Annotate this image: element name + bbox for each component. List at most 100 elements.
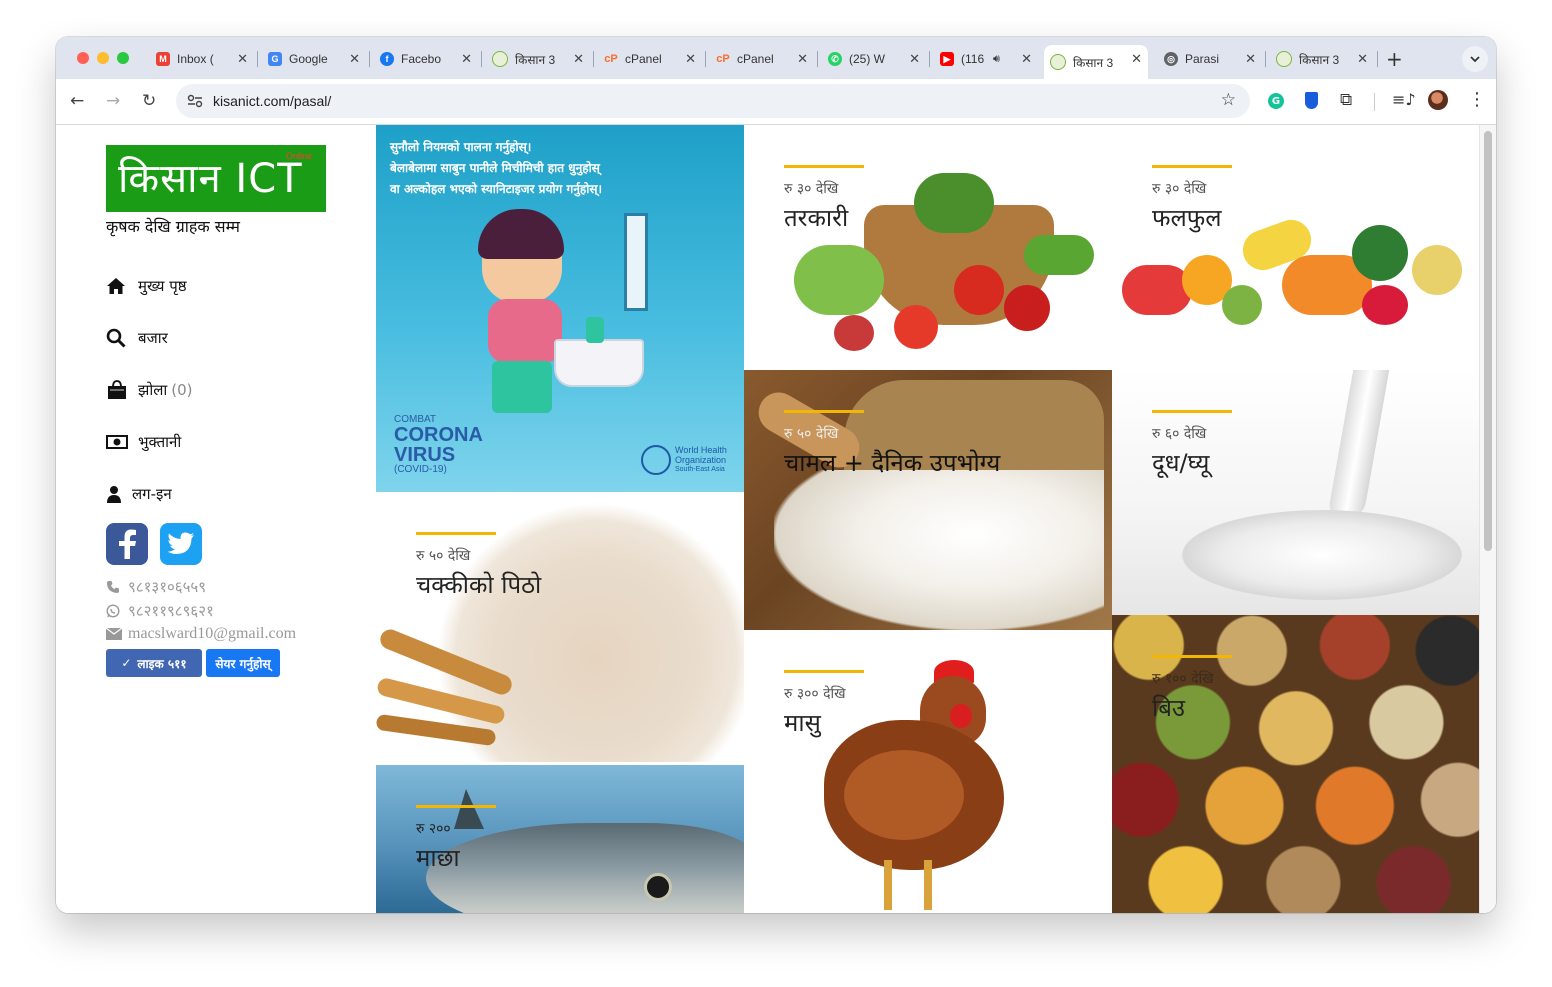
category-name: माछा [416,844,460,872]
shopping-bag-icon [106,380,128,400]
browser-tab[interactable]: M Inbox ( ✕ [150,45,254,73]
category-name: तरकारी [784,204,849,232]
close-tab-icon[interactable]: ✕ [685,51,696,67]
tab-separator [257,51,258,67]
close-tab-icon[interactable]: ✕ [909,51,920,67]
close-tab-icon[interactable]: ✕ [573,51,584,67]
close-tab-icon[interactable]: ✕ [1357,51,1368,67]
checkmark-icon: ✓ [121,656,132,670]
close-tab-icon[interactable]: ✕ [1021,51,1032,67]
tab-title: किसान 3 [1299,52,1340,67]
close-tab-icon[interactable]: ✕ [1131,51,1142,67]
scrollbar-thumb[interactable] [1484,131,1492,551]
covid-awareness-banner[interactable]: सुनौलो नियमको पालना गर्नुहोस्। बेलाबेलाम… [376,125,744,492]
nav-bag[interactable]: झोला (0) [106,378,193,402]
category-price: रु ५० देखि [784,426,839,442]
facebook-icon [119,529,136,559]
home-icon [106,277,128,295]
fish-eye [644,873,672,901]
browser-tab[interactable]: f Facebo ✕ [374,45,478,73]
bag-count: (0) [171,381,193,399]
reload-icon[interactable]: ↻ [142,92,156,110]
nav-payment[interactable]: भुक्तानी [106,430,181,454]
whatsapp-contact[interactable]: ९८२११९८९६२१ [106,601,214,621]
forward-icon[interactable]: → [106,92,120,110]
tab-title: किसान 3 [515,52,556,67]
close-tab-icon[interactable]: ✕ [237,51,248,67]
close-window-button[interactable] [77,52,89,64]
category-tile-vegetables[interactable]: रु ३० देखि तरकारी [744,125,1112,370]
browser-tab-active[interactable]: किसान 3 ✕ [1044,45,1148,79]
close-tab-icon[interactable]: ✕ [349,51,360,67]
close-tab-icon[interactable]: ✕ [461,51,472,67]
bitwarden-extension-icon[interactable] [1305,92,1318,109]
site-settings-icon[interactable] [187,94,203,108]
category-tile-meat[interactable]: रु ३०० देखि मासु [744,630,1112,913]
facebook-link[interactable] [106,523,148,565]
category-price: रु ६० देखि [1152,426,1207,442]
category-price: रु ३० देखि [1152,181,1207,197]
facebook-icon: f [380,52,394,66]
facebook-like-button[interactable]: ✓ लाइक ५११ [106,649,202,677]
category-accent-bar [416,532,496,535]
nav-home[interactable]: मुख्य पृष्ठ [106,274,187,298]
wheat-ears-image [376,626,526,752]
email-contact[interactable]: macslward10@gmail.com [106,625,296,643]
category-tile-flour[interactable]: रु ५० देखि चक्कीको पिठो [376,492,744,765]
browser-tab[interactable]: किसान 3 ✕ [486,45,590,73]
tab-title: Google [289,52,328,66]
nav-market[interactable]: बजार [106,326,168,350]
close-tab-icon[interactable]: ✕ [797,51,808,67]
logo-online-label: Online [285,151,312,161]
who-line: South-East Asia [675,466,725,473]
tab-search-button[interactable] [1462,46,1488,72]
nav-label: झोला [138,381,168,399]
category-price: रु २०० [416,821,451,837]
grammarly-extension-icon[interactable]: G [1268,93,1284,109]
address-bar[interactable]: kisanict.com/pasal/ ☆ [176,84,1250,118]
browser-tab[interactable]: cP cPanel ✕ [710,45,814,73]
extensions-puzzle-icon[interactable]: ⧉ [1340,90,1352,110]
page-scrollbar[interactable] [1479,125,1496,913]
tab-separator [817,51,818,67]
category-accent-bar [1152,655,1232,658]
browser-tab[interactable]: किसान 3 ✕ [1270,45,1374,73]
phone-contact[interactable]: ९८१३१०६५५९ [106,577,206,597]
category-tile-seeds[interactable]: रु १०० देखि बिउ [1112,615,1480,913]
browser-tab[interactable]: G Google ✕ [262,45,366,73]
category-name: मासु [784,709,821,737]
category-accent-bar [416,805,496,808]
toolbar-separator [1374,93,1375,111]
category-tile-fruits[interactable]: रु ३० देखि फलफुल [1112,125,1480,370]
twitter-link[interactable] [160,523,202,565]
media-control-icon[interactable]: ≡♪ [1392,90,1416,109]
category-tile-fish[interactable]: रु २०० माछा [376,765,744,913]
profile-avatar[interactable] [1428,90,1448,110]
tab-separator [481,51,482,67]
zoom-window-button[interactable] [117,52,129,64]
browser-tab[interactable]: cP cPanel ✕ [598,45,702,73]
browser-tab[interactable]: ▶ (116 🔊︎ ✕ [934,45,1038,73]
new-tab-icon[interactable]: + [1386,47,1403,71]
email-address: macslward10@gmail.com [128,625,297,642]
close-tab-icon[interactable]: ✕ [1245,51,1256,67]
grain-sacks-image [1112,615,1480,913]
nav-login[interactable]: लग-इन [106,482,172,506]
bookmark-star-icon[interactable]: ☆ [1221,90,1236,110]
category-price: रु ३०० देखि [784,686,846,702]
fish-fin [454,789,484,829]
category-tile-milk[interactable]: रु ६० देखि दूध/घ्यू [1112,370,1480,615]
facebook-share-button[interactable]: सेयर गर्नुहोस् [206,649,280,677]
url-text[interactable]: kisanict.com/pasal/ [213,93,331,109]
who-logo: World Health Organization South-East Asi… [641,445,727,475]
category-tile-rice[interactable]: रु ५० देखि चामल + दैनिक उपभोग्य [744,370,1112,630]
who-emblem-icon [641,445,671,475]
back-icon[interactable]: ← [70,92,84,110]
site-logo[interactable]: किसान ICT Online [106,145,326,212]
minimize-window-button[interactable] [97,52,109,64]
browser-tab[interactable]: ✆ (25) W ✕ [822,45,926,73]
more-menu-icon[interactable]: ⋮ [1468,90,1486,110]
tab-title: Parasi [1185,52,1220,66]
browser-tab[interactable]: ◎ Parasi ✕ [1158,45,1262,73]
speaker-icon[interactable]: 🔊︎ [993,53,1000,66]
